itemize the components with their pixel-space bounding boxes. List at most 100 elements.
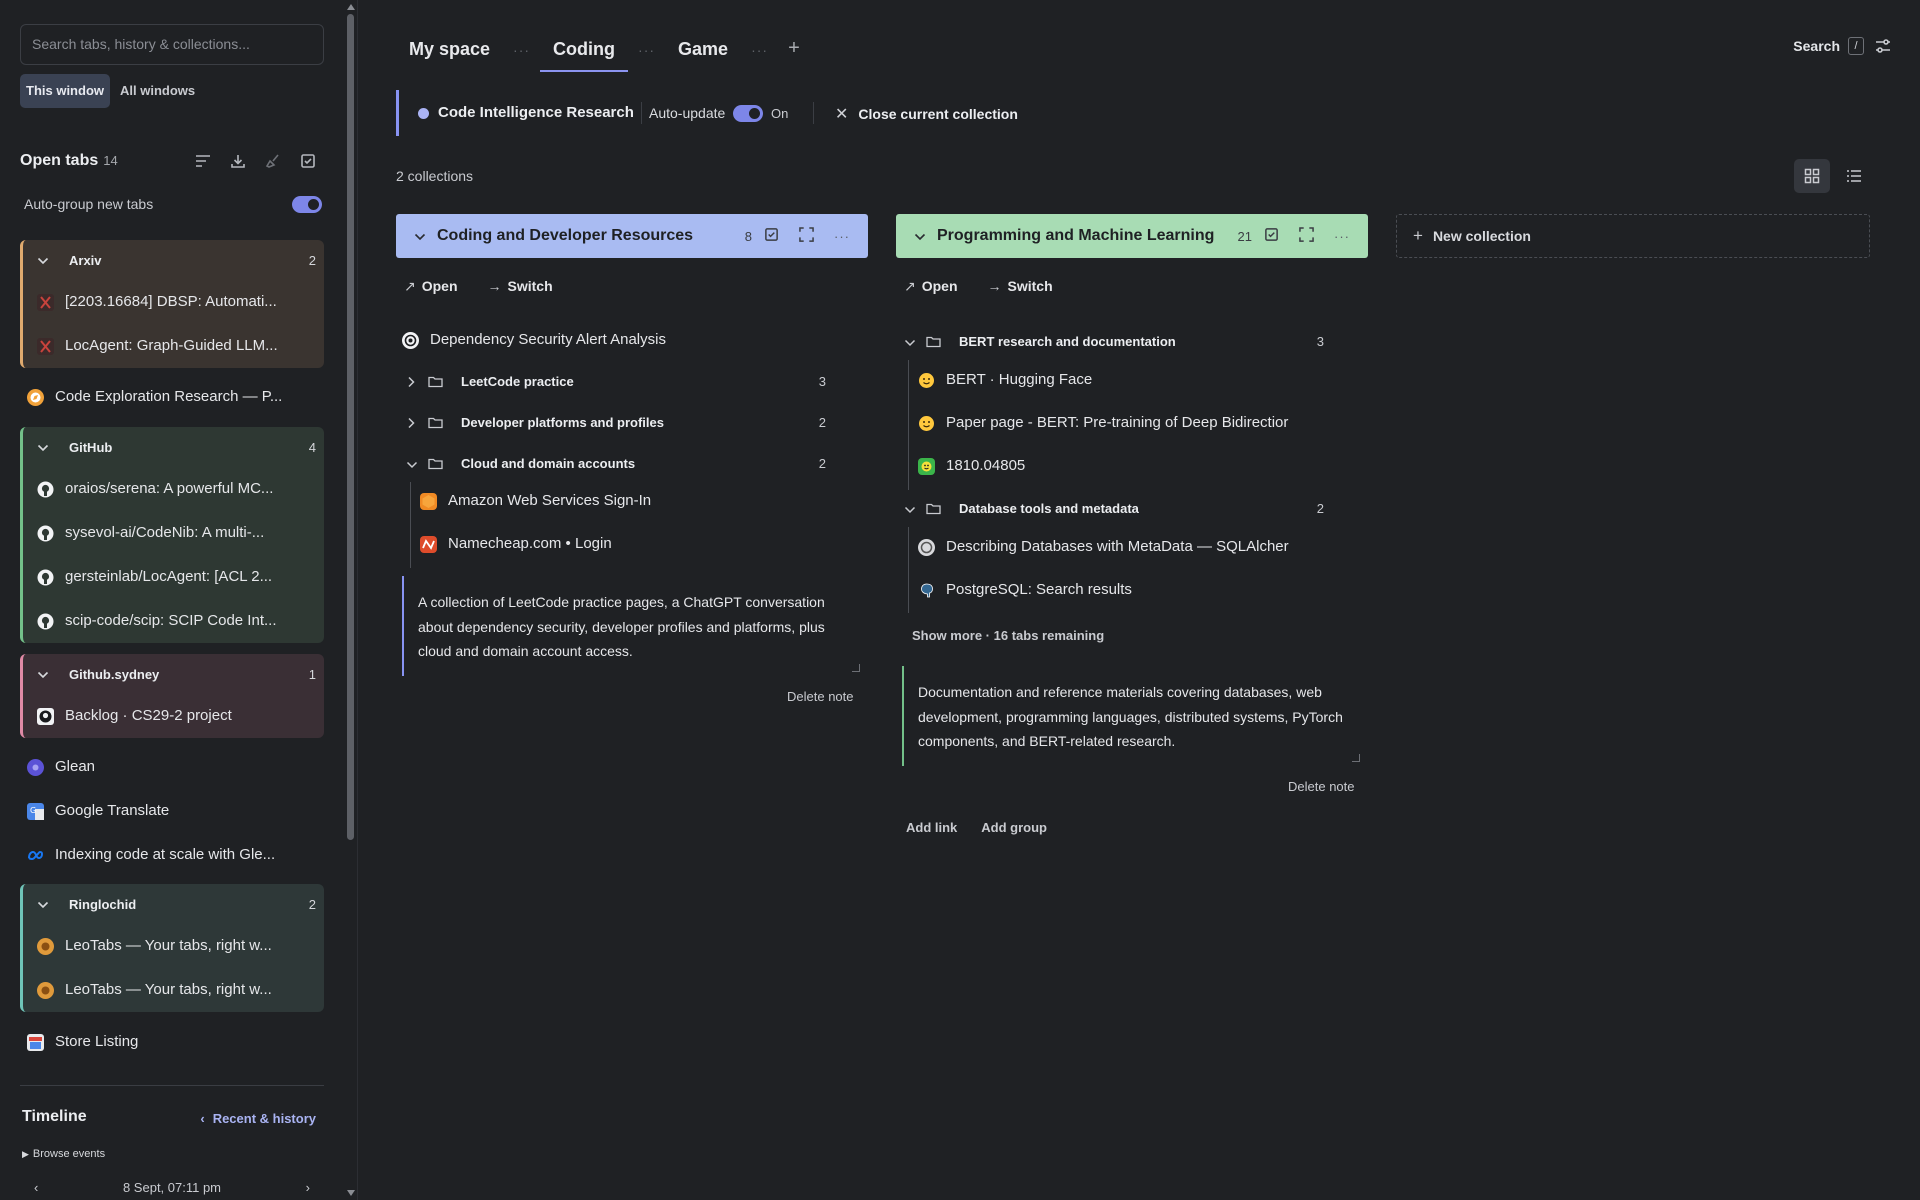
tab-item-store-listing[interactable]: Store Listing xyxy=(20,1022,324,1062)
arxiv-favicon-icon xyxy=(37,294,54,311)
chevron-down-icon[interactable] xyxy=(414,229,426,246)
expand-icon[interactable] xyxy=(1299,227,1314,245)
close-collection-button[interactable]: ✕ Close current collection xyxy=(835,104,1018,124)
chevron-down-icon xyxy=(904,335,916,352)
tab-item[interactable]: LeoTabs — Your tabs, right w... xyxy=(23,968,324,1012)
tab-group-github: GitHub 4 oraios/serena: A powerful MC...… xyxy=(20,427,324,643)
tab-game[interactable]: Game xyxy=(665,30,741,72)
prev-date-icon[interactable]: ‹ xyxy=(34,1180,38,1195)
folder-bert[interactable]: BERT research and documentation 3 xyxy=(904,326,1344,358)
collection-header[interactable]: Coding and Developer Resources 8 ··· xyxy=(396,214,868,258)
tab-item-glean[interactable]: Glean xyxy=(20,747,324,787)
select-all-icon[interactable] xyxy=(1264,227,1279,245)
expand-icon[interactable] xyxy=(799,227,814,245)
add-group-button[interactable]: Add group xyxy=(981,820,1047,835)
folder-leetcode[interactable]: LeetCode practice 3 xyxy=(406,366,846,398)
resize-handle-icon[interactable] xyxy=(852,664,860,672)
folder-developer-platforms[interactable]: Developer platforms and profiles 2 xyxy=(406,407,846,439)
more-icon[interactable]: ··· xyxy=(741,30,778,58)
add-space-icon[interactable]: + xyxy=(778,30,810,60)
chevron-down-icon[interactable] xyxy=(914,229,926,246)
divider xyxy=(641,102,642,124)
collection-note[interactable]: A collection of LeetCode practice pages,… xyxy=(402,576,864,676)
svg-text:G: G xyxy=(30,806,36,815)
tab-item-google-translate[interactable]: G Google Translate xyxy=(20,791,324,831)
delete-note-button[interactable]: Delete note xyxy=(1288,779,1355,794)
github-favicon-icon xyxy=(37,708,54,725)
switch-button[interactable]: → Switch xyxy=(988,278,1053,295)
current-collection-name[interactable]: Code Intelligence Research xyxy=(438,104,634,121)
new-collection-button[interactable]: + New collection xyxy=(1396,214,1870,258)
more-options-icon[interactable]: ··· xyxy=(1334,229,1350,244)
collection-note[interactable]: Documentation and reference materials co… xyxy=(902,666,1364,766)
recent-history-label: Recent & history xyxy=(212,1111,316,1126)
resize-handle-icon[interactable] xyxy=(1352,754,1360,762)
group-header[interactable]: Github.sydney 1 xyxy=(23,654,324,694)
folder-indent-line xyxy=(908,360,909,490)
tab-item[interactable]: [2203.16684] DBSP: Automati... xyxy=(23,280,324,324)
sqlalchemy-favicon-icon xyxy=(918,539,935,556)
plus-icon: + xyxy=(1413,226,1423,245)
sidebar-search-input[interactable]: Search tabs, history & collections... xyxy=(20,24,324,65)
sort-icon[interactable] xyxy=(194,152,211,169)
add-link-button[interactable]: Add link xyxy=(906,820,957,835)
broom-icon[interactable] xyxy=(264,152,281,169)
open-button[interactable]: ↗ Open xyxy=(404,278,458,295)
settings-sliders-icon[interactable] xyxy=(1874,37,1892,55)
tab-title: sysevol-ai/CodeNib: A multi-... xyxy=(65,524,265,541)
divider xyxy=(813,102,814,124)
item-title: Namecheap.com • Login xyxy=(448,535,612,552)
note-text: A collection of LeetCode practice pages,… xyxy=(418,594,825,659)
group-header[interactable]: Ringlochid 2 xyxy=(23,884,324,924)
folder-cloud-domain[interactable]: Cloud and domain accounts 2 xyxy=(406,448,846,480)
switch-button[interactable]: → Switch xyxy=(488,278,553,295)
folder-database-tools[interactable]: Database tools and metadata 2 xyxy=(904,493,1344,525)
auto-update-toggle[interactable] xyxy=(733,105,763,122)
tab-my-space[interactable]: My space xyxy=(396,30,503,72)
sidebar-scrollbar[interactable] xyxy=(344,0,358,1200)
recent-history-link[interactable]: ‹ Recent & history xyxy=(200,1111,316,1126)
scrollbar-thumb[interactable] xyxy=(347,14,354,840)
hugging-face-favicon-icon xyxy=(918,372,935,389)
collection-header[interactable]: Programming and Machine Learning 21 ··· xyxy=(896,214,1368,258)
group-name: Github.sydney xyxy=(69,667,160,682)
tab-item[interactable]: gersteinlab/LocAgent: [ACL 2... xyxy=(23,555,324,599)
auto-group-toggle[interactable] xyxy=(292,196,322,213)
next-date-icon[interactable]: › xyxy=(306,1180,310,1195)
more-options-icon[interactable]: ··· xyxy=(834,229,850,244)
global-search[interactable]: Search / xyxy=(1793,37,1864,55)
tab-item-indexing[interactable]: Indexing code at scale with Gle... xyxy=(20,835,324,875)
delete-note-button[interactable]: Delete note xyxy=(787,689,854,704)
scroll-up-icon[interactable] xyxy=(347,4,355,10)
tab-item[interactable]: Backlog · CS29-2 project xyxy=(23,694,324,738)
show-more-button[interactable]: Show more · 16 tabs remaining xyxy=(912,628,1104,643)
arrow-right-icon: → xyxy=(487,278,502,294)
tab-coding[interactable]: Coding xyxy=(540,30,629,72)
tab-item-code-exploration[interactable]: Code Exploration Research — P... xyxy=(20,377,324,417)
item-title: Describing Databases with MetaData — SQL… xyxy=(946,538,1289,555)
tab-item[interactable]: scip-code/scip: SCIP Code Int... xyxy=(23,599,324,643)
select-all-icon[interactable] xyxy=(299,152,316,169)
select-all-icon[interactable] xyxy=(764,227,779,245)
group-name: Arxiv xyxy=(69,253,102,268)
more-icon[interactable]: ··· xyxy=(503,30,540,58)
group-header[interactable]: GitHub 4 xyxy=(23,427,324,467)
scroll-down-icon[interactable] xyxy=(347,1190,355,1196)
list-view-icon[interactable] xyxy=(1836,159,1872,193)
more-icon[interactable]: ··· xyxy=(628,30,665,58)
tab-item[interactable]: LeoTabs — Your tabs, right w... xyxy=(23,924,324,968)
browse-events-toggle[interactable]: ▶ Browse events xyxy=(22,1148,105,1160)
grid-view-icon[interactable] xyxy=(1794,159,1830,193)
download-icon[interactable] xyxy=(229,152,246,169)
tab-item[interactable]: oraios/serena: A powerful MC... xyxy=(23,467,324,511)
tab-item[interactable]: LocAgent: Graph-Guided LLM... xyxy=(23,324,324,368)
folder-icon xyxy=(926,502,941,519)
tab-item[interactable]: sysevol-ai/CodeNib: A multi-... xyxy=(23,511,324,555)
tab-title: Glean xyxy=(55,758,96,775)
all-windows-option[interactable]: All windows xyxy=(114,74,201,108)
open-button[interactable]: ↗ Open xyxy=(904,278,958,295)
open-label: Open xyxy=(921,278,958,294)
this-window-option[interactable]: This window xyxy=(20,74,110,108)
group-header[interactable]: Arxiv 2 xyxy=(23,240,324,280)
folder-name: BERT research and documentation xyxy=(959,334,1176,349)
